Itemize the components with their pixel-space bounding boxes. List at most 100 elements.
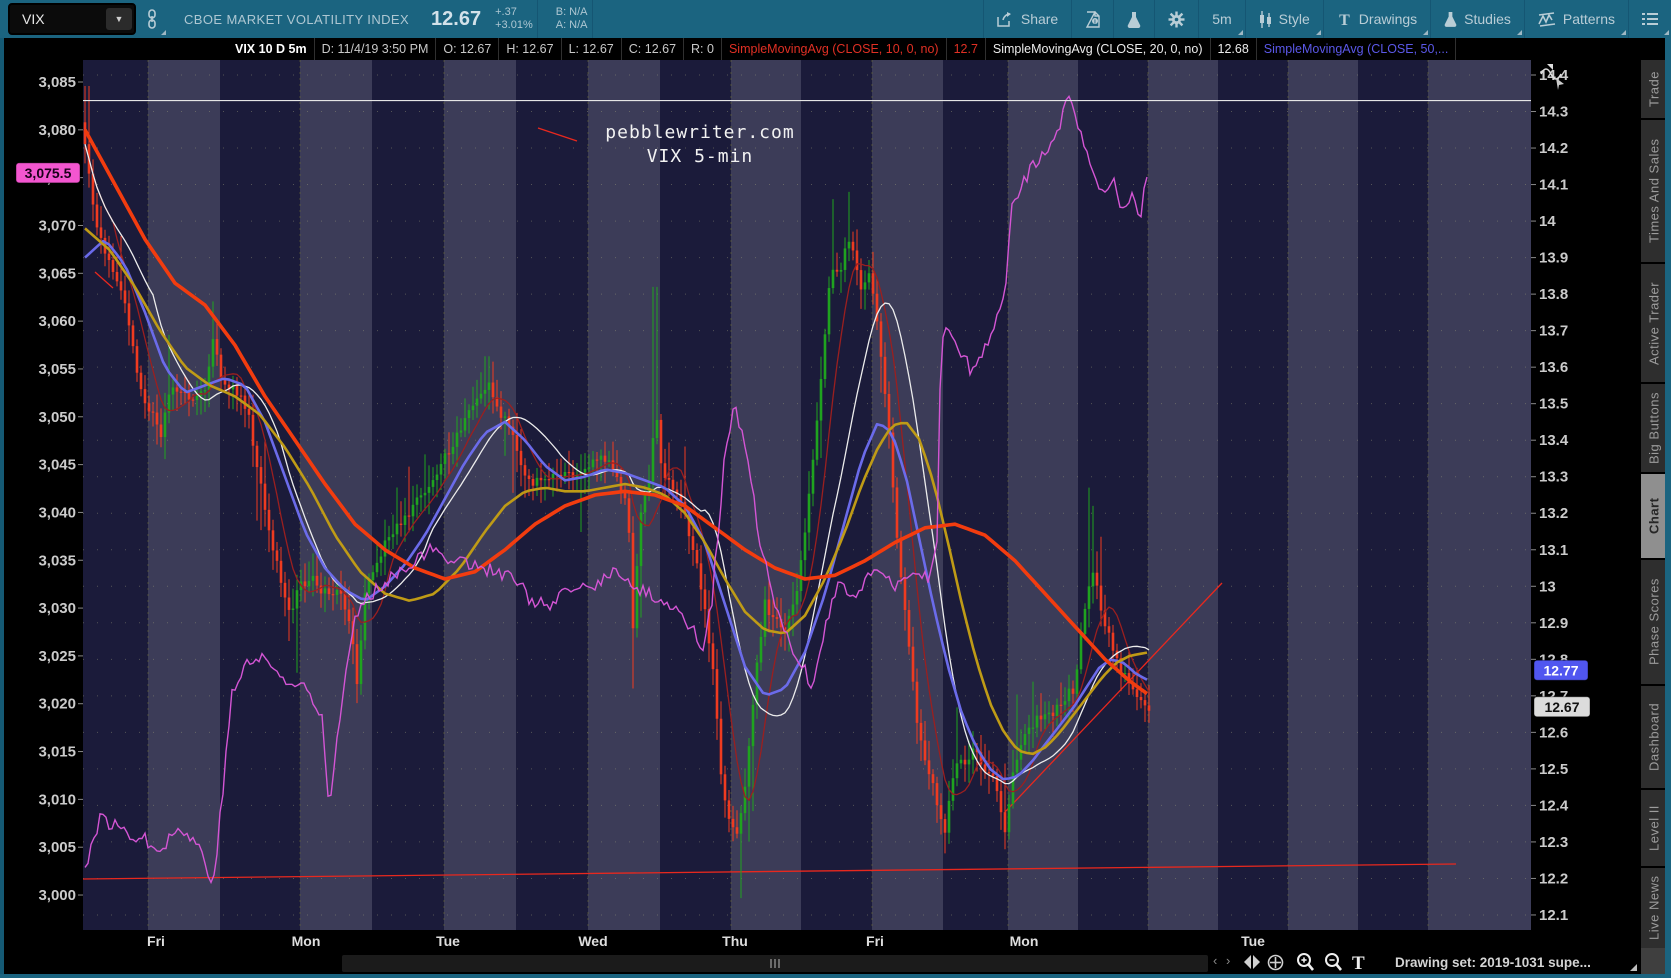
drawing-set-label[interactable]: Drawing set: 2019-1031 supe...: [1395, 955, 1591, 970]
candle-body: [860, 270, 863, 289]
text-tool-icon[interactable]: T: [1352, 953, 1365, 975]
sma-price-badge: 12.77: [1543, 662, 1578, 678]
sidebar-corner[interactable]: [1641, 948, 1667, 974]
candle-body: [380, 557, 383, 563]
scrollbar-handle[interactable]: [762, 958, 788, 969]
list-menu-icon: [1642, 12, 1658, 26]
candle-body: [100, 227, 103, 237]
scroll-right-icon[interactable]: ›: [1226, 953, 1230, 968]
x-axis[interactable]: FriMonTueWedThuFriMonTue: [0, 930, 1671, 952]
scroll-left-icon[interactable]: ‹: [1213, 953, 1217, 968]
share-button[interactable]: Share: [983, 0, 1071, 38]
candle-body: [156, 413, 159, 425]
candle-body: [376, 563, 379, 572]
watermark-line2: VIX 5-min: [647, 146, 754, 167]
candle-style-icon: [1259, 11, 1272, 28]
symbol-combobox[interactable]: VIX ▼: [8, 3, 136, 35]
news-button[interactable]: i: [1071, 0, 1113, 38]
right-axis-label: 14: [1539, 213, 1556, 230]
candle-body: [128, 303, 131, 325]
candle-body: [480, 394, 483, 399]
link-icon[interactable]: [136, 0, 168, 38]
candle-body: [812, 460, 815, 494]
settings-button[interactable]: [1154, 0, 1198, 38]
candle-body: [108, 254, 111, 260]
expand-horizontal-icon[interactable]: [1243, 955, 1261, 974]
candle-body: [808, 494, 811, 533]
candle-body: [96, 205, 99, 228]
patterns-button[interactable]: Patterns: [1524, 0, 1628, 38]
studies-button[interactable]: Studies: [1430, 0, 1524, 38]
candle-body: [632, 533, 635, 628]
candle-body: [1064, 701, 1067, 705]
candle-body: [176, 387, 179, 391]
candle-body: [672, 480, 675, 490]
candle-body: [668, 478, 671, 480]
chart-scrollbar[interactable]: [342, 955, 1208, 972]
candle-body: [1032, 728, 1035, 729]
right-axis-label: 13.4: [1539, 432, 1569, 449]
sidebar-tab-chart[interactable]: Chart: [1641, 474, 1667, 558]
candle-body: [408, 515, 411, 516]
ohlc-cell: SimpleMovingAvg (CLOSE, 10, 0, no): [722, 38, 947, 60]
candle-body: [1016, 760, 1019, 773]
right-axis-label: 13.1: [1539, 542, 1568, 559]
candle-body: [312, 576, 315, 581]
right-axis-label: 12.4: [1539, 797, 1569, 814]
candle-body: [740, 813, 743, 834]
candle-body: [404, 515, 407, 524]
sidebar-tab-live-news[interactable]: Live News: [1641, 868, 1667, 948]
candle-body: [1008, 804, 1011, 832]
sidebar-tab-trade[interactable]: Trade: [1641, 60, 1667, 118]
candle-body: [256, 446, 259, 467]
sidebar-tab-dashboard[interactable]: Dashboard: [1641, 686, 1667, 788]
timeframe-button[interactable]: 5m: [1198, 0, 1244, 38]
sidebar-tab-active-trader[interactable]: Active Trader: [1641, 264, 1667, 382]
ohlc-cell: 12.68: [1211, 38, 1257, 60]
analyze-button[interactable]: [1113, 0, 1154, 38]
sidebar-tab-phase-scores[interactable]: Phase Scores: [1641, 560, 1667, 684]
candle-body: [456, 433, 459, 447]
candle-body: [652, 438, 655, 481]
chart-menu-button[interactable]: [1628, 0, 1671, 38]
pan-icon[interactable]: [1267, 954, 1284, 976]
symbol-timeframe-label: VIX 10 D 5m: [228, 38, 315, 60]
candle-body: [144, 389, 147, 403]
drawing-set-expander[interactable]: [1630, 964, 1637, 971]
candle-body: [928, 760, 931, 774]
sidebar-tab-times-and-sales[interactable]: Times And Sales: [1641, 120, 1667, 262]
left-axis-label: 3,065: [38, 265, 76, 282]
candle-body: [452, 447, 455, 454]
share-label: Share: [1021, 11, 1058, 27]
candle-body: [832, 270, 835, 288]
ohlc-cell: D: 11/4/19 3:50 PM: [315, 38, 437, 60]
candle-body: [264, 484, 267, 510]
divider: [537, 0, 538, 38]
sidebar-tab-big-buttons[interactable]: Big Buttons: [1641, 384, 1667, 472]
news-icon: i: [1085, 11, 1100, 28]
candle-body: [1044, 714, 1047, 719]
candle-body: [180, 392, 183, 393]
style-button[interactable]: Style: [1245, 0, 1323, 38]
x-axis-label: Tue: [1241, 933, 1265, 949]
price-chart[interactable]: 3,0003,0053,0103,0153,0203,0253,0303,035…: [0, 60, 1671, 930]
sidebar-tab-level-ii[interactable]: Level II: [1641, 790, 1667, 866]
session-band-light: [148, 60, 220, 930]
candle-body: [1140, 697, 1143, 700]
candle-body: [768, 600, 771, 616]
candle-body: [484, 390, 487, 394]
chevron-down-icon[interactable]: ▼: [106, 8, 132, 30]
candle-body: [1148, 705, 1151, 710]
x-axis-label: Wed: [578, 933, 607, 949]
candle-body: [356, 644, 359, 684]
candle-body: [1024, 734, 1027, 745]
candle-body: [328, 588, 331, 594]
candle-body: [280, 561, 283, 583]
candle-body: [940, 805, 943, 819]
candle-body: [592, 460, 595, 468]
candle-body: [744, 787, 747, 813]
drawings-button[interactable]: T Drawings: [1323, 0, 1430, 38]
flask-icon: [1127, 11, 1141, 28]
candle-body: [1000, 791, 1003, 812]
candle-body: [332, 594, 335, 595]
